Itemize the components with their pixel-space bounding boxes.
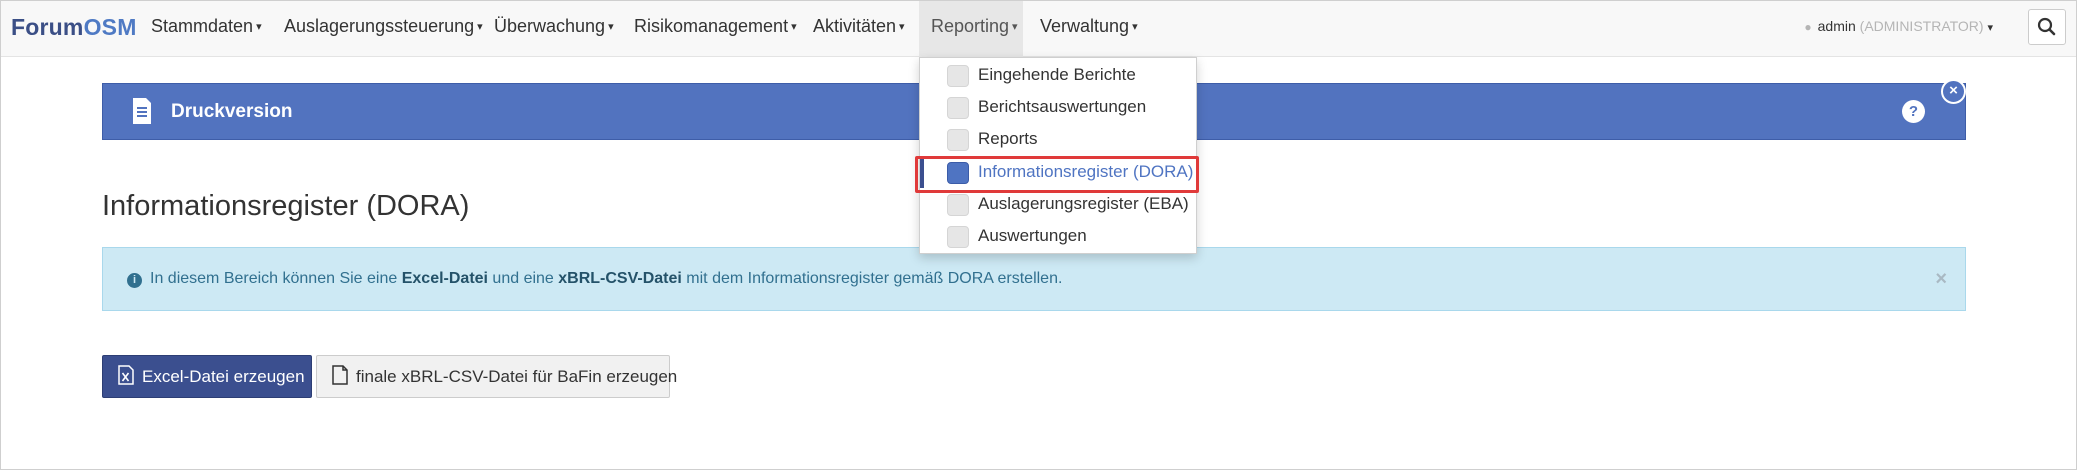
nav-label: Stammdaten [151, 16, 254, 36]
panel-close-icon[interactable]: × [1941, 79, 1966, 104]
info-alert: i In diesem Bereich können Sie eine Excel… [102, 247, 1966, 311]
nav-verwaltung[interactable]: Verwaltung ▾ [1040, 1, 1138, 57]
reports-icon [947, 129, 969, 151]
nav-label: Reporting [931, 16, 1010, 36]
alert-bold-xbrl: xBRL-CSV-Datei [558, 270, 682, 287]
help-icon[interactable]: ? [1902, 100, 1925, 123]
alert-text-1: In diesem Bereich können Sie eine [150, 270, 402, 287]
nav-risikomanagement[interactable]: Risikomanagement ▾ [634, 1, 797, 57]
menu-item-eingehende-berichte[interactable]: Eingehende Berichte [920, 59, 1196, 91]
nav-reporting[interactable]: Reporting ▾ [919, 1, 1023, 57]
alert-close-icon[interactable]: × [1935, 248, 1947, 310]
evaluations-icon [947, 226, 969, 248]
caret-down-icon: ▾ [791, 21, 797, 33]
menu-item-label: Auswertungen [978, 226, 1087, 245]
brand-part-osm: OSM [83, 14, 137, 40]
menu-item-reports[interactable]: Reports [920, 123, 1196, 155]
menu-item-informationsregister[interactable]: Informationsregister (DORA) [920, 156, 1196, 188]
user-name: admin [1817, 18, 1856, 34]
user-icon: ● [1804, 20, 1812, 34]
menu-item-label: Auslagerungsregister (EBA) [978, 194, 1189, 213]
register-document-icon [947, 162, 969, 184]
info-icon: i [127, 273, 142, 288]
nav-label: Aktivitäten [813, 16, 897, 36]
outsourcing-register-icon [947, 194, 969, 216]
menu-item-label: Eingehende Berichte [978, 65, 1136, 84]
panel-title: Druckversion [171, 101, 293, 122]
menu-item-auslagerungsregister[interactable]: Auslagerungsregister (EBA) [920, 188, 1196, 220]
user-role: (ADMINISTRATOR) [1859, 18, 1984, 34]
excel-button-label: Excel-Datei erzeugen [142, 367, 305, 386]
xbrl-generate-button[interactable]: finale xBRL-CSV-Datei für BaFin erzeugen [316, 355, 677, 398]
menu-item-auswertungen[interactable]: Auswertungen [920, 220, 1196, 252]
caret-down-icon: ▾ [608, 21, 614, 33]
file-icon [332, 365, 348, 385]
excel-file-icon [118, 365, 134, 385]
user-menu[interactable]: ● admin (ADMINISTRATOR) ▾ [1804, 1, 1993, 57]
search-button[interactable] [2028, 9, 2066, 45]
nav-label: Verwaltung [1040, 16, 1130, 36]
caret-down-icon: ▾ [256, 21, 262, 33]
menu-item-label: Informationsregister (DORA) [978, 162, 1194, 181]
alert-text-3: mit dem Informationsregister gemäß DORA … [681, 270, 1063, 287]
xbrl-button-label: finale xBRL-CSV-Datei für BaFin erzeugen [356, 367, 678, 386]
search-icon [2037, 17, 2056, 36]
menu-item-label: Berichtsauswertungen [978, 97, 1147, 116]
nav-aktivitaeten[interactable]: Aktivitäten ▾ [813, 1, 905, 57]
caret-down-icon: ▾ [1987, 22, 1993, 34]
report-analysis-icon [947, 97, 969, 119]
caret-down-icon: ▾ [477, 21, 483, 33]
nav-stammdaten[interactable]: Stammdaten ▾ [151, 1, 262, 57]
report-in-icon [947, 65, 969, 87]
nav-auslagerungssteuerung[interactable]: Auslagerungssteuerung ▾ [284, 1, 483, 57]
menu-item-berichtsauswertungen[interactable]: Berichtsauswertungen [920, 91, 1196, 123]
caret-down-icon: ▾ [1132, 21, 1138, 33]
nav-label: Überwachung [494, 16, 606, 36]
nav-ueberwachung[interactable]: Überwachung ▾ [494, 1, 614, 57]
top-navbar: ForumOSM Stammdaten ▾ Auslagerungssteueru… [1, 1, 2076, 57]
brand-logo[interactable]: ForumOSM [11, 14, 137, 41]
nav-label: Auslagerungssteuerung [284, 16, 475, 36]
nav-label: Risikomanagement [634, 16, 789, 36]
brand-part-forum: Forum [11, 14, 84, 40]
alert-bold-excel: Excel-Datei [401, 270, 488, 287]
alert-text-2: und eine [487, 270, 559, 287]
menu-item-label: Reports [978, 129, 1038, 148]
reporting-dropdown: Eingehende Berichte Berichtsauswertungen… [919, 57, 1197, 254]
document-icon [133, 98, 151, 124]
page-title: Informationsregister (DORA) [102, 190, 470, 222]
caret-down-icon: ▾ [1012, 21, 1018, 33]
caret-down-icon: ▾ [899, 21, 905, 33]
excel-generate-button[interactable]: Excel-Datei erzeugen [102, 355, 312, 398]
